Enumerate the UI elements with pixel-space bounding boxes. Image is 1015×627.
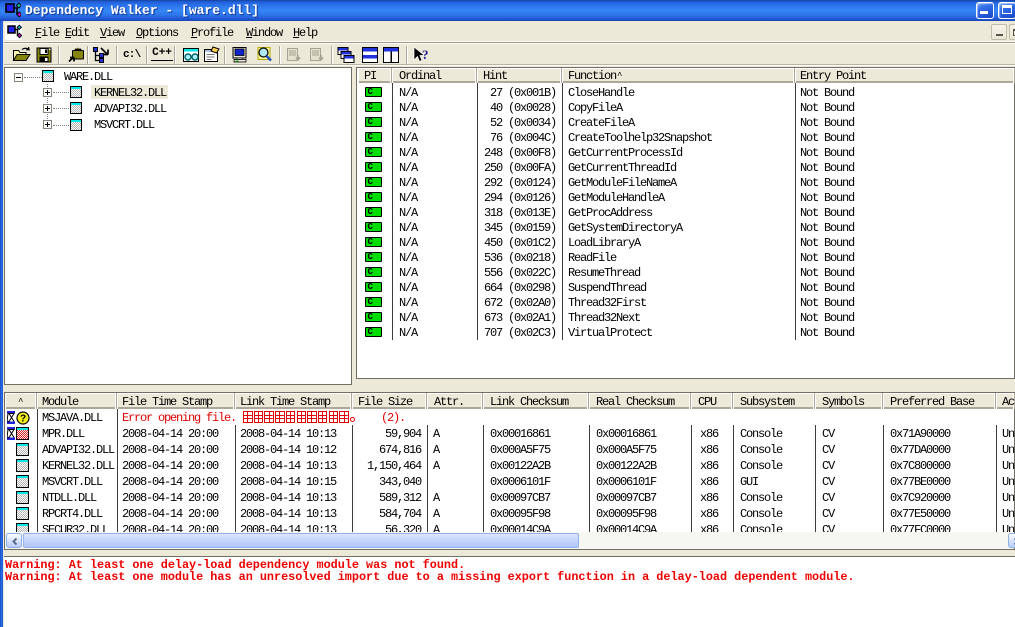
svg-text:?: ? [422,47,429,62]
svg-text:?: ? [19,413,25,424]
